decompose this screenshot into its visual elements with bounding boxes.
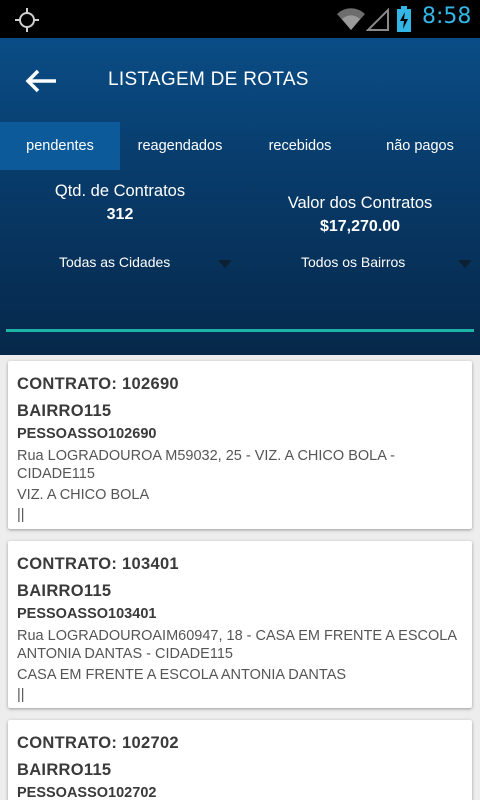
contract-number: CONTRATO: 102702 bbox=[17, 734, 179, 752]
qty-summary: Qtd. de Contratos 312 bbox=[0, 182, 240, 224]
contract-list[interactable]: CONTRATO: 102690 BAIRRO115 PESSOASSO1026… bbox=[0, 355, 480, 800]
city-dropdown-label: Todas as Cidades bbox=[59, 254, 171, 270]
signal-icon bbox=[366, 7, 389, 31]
contract-reference: CASA EM FRENTE A ESCOLA ANTONIA DANTAS bbox=[17, 667, 347, 683]
dropdown-arrow-icon bbox=[218, 260, 232, 268]
contract-extra: || bbox=[17, 507, 25, 523]
contract-number: CONTRATO: 103401 bbox=[17, 555, 179, 573]
contract-card[interactable]: CONTRATO: 103401 BAIRRO115 PESSOASSO1034… bbox=[8, 541, 472, 708]
qty-value: 312 bbox=[106, 206, 134, 223]
contract-number: CONTRATO: 102690 bbox=[17, 375, 179, 393]
tab-recebidos[interactable]: recebidos bbox=[240, 122, 360, 170]
tab-reagendados[interactable]: reagendados bbox=[120, 122, 240, 170]
status-bar: 8:58 bbox=[0, 0, 480, 38]
city-dropdown[interactable]: Todas as Cidades bbox=[0, 254, 240, 278]
contract-person: PESSOASSO102690 bbox=[17, 426, 157, 442]
value-amount: $17,270.00 bbox=[319, 218, 401, 235]
contract-address: Rua LOGRADOUROAIM60947, 18 - CASA EM FRE… bbox=[17, 628, 457, 662]
value-summary: Valor dos Contratos $17,270.00 bbox=[240, 194, 480, 236]
battery-charging-icon bbox=[397, 6, 411, 32]
tab-nao-pagos[interactable]: não pagos bbox=[360, 122, 480, 170]
bairro-dropdown[interactable]: Todos os Bairros bbox=[240, 254, 480, 278]
contract-extra: || bbox=[17, 687, 25, 703]
tab-pendentes[interactable]: pendentes bbox=[0, 122, 120, 170]
contract-reference: VIZ. A CHICO BOLA bbox=[17, 487, 150, 503]
contract-card[interactable]: CONTRATO: 102690 BAIRRO115 PESSOASSO1026… bbox=[8, 361, 472, 529]
contract-bairro: BAIRRO115 bbox=[17, 761, 112, 779]
contract-person: PESSOASSO102702 bbox=[17, 785, 157, 800]
contract-card[interactable]: CONTRATO: 102702 BAIRRO115 PESSOASSO1027… bbox=[8, 720, 472, 800]
contract-bairro: BAIRRO115 bbox=[17, 582, 112, 600]
status-clock: 8:58 bbox=[422, 4, 472, 29]
page-title: LISTAGEM DE ROTAS bbox=[108, 69, 309, 90]
contract-bairro: BAIRRO115 bbox=[17, 402, 112, 420]
app-header: LISTAGEM DE ROTAS pendentes reagendados … bbox=[0, 38, 480, 355]
tab-bar: pendentes reagendados recebidos não pago… bbox=[0, 122, 480, 170]
header-divider bbox=[6, 329, 474, 332]
contract-person: PESSOASSO103401 bbox=[17, 606, 157, 622]
dropdown-arrow-icon bbox=[458, 260, 472, 268]
arrow-back-icon[interactable] bbox=[22, 66, 62, 96]
bairro-dropdown-label: Todos os Bairros bbox=[301, 254, 406, 270]
gps-icon bbox=[15, 8, 39, 32]
value-label: Valor dos Contratos bbox=[287, 194, 433, 212]
contract-address: Rua LOGRADOUROA M59032, 25 - VIZ. A CHIC… bbox=[17, 448, 395, 482]
qty-label: Qtd. de Contratos bbox=[54, 182, 186, 200]
wifi-icon bbox=[337, 8, 365, 30]
